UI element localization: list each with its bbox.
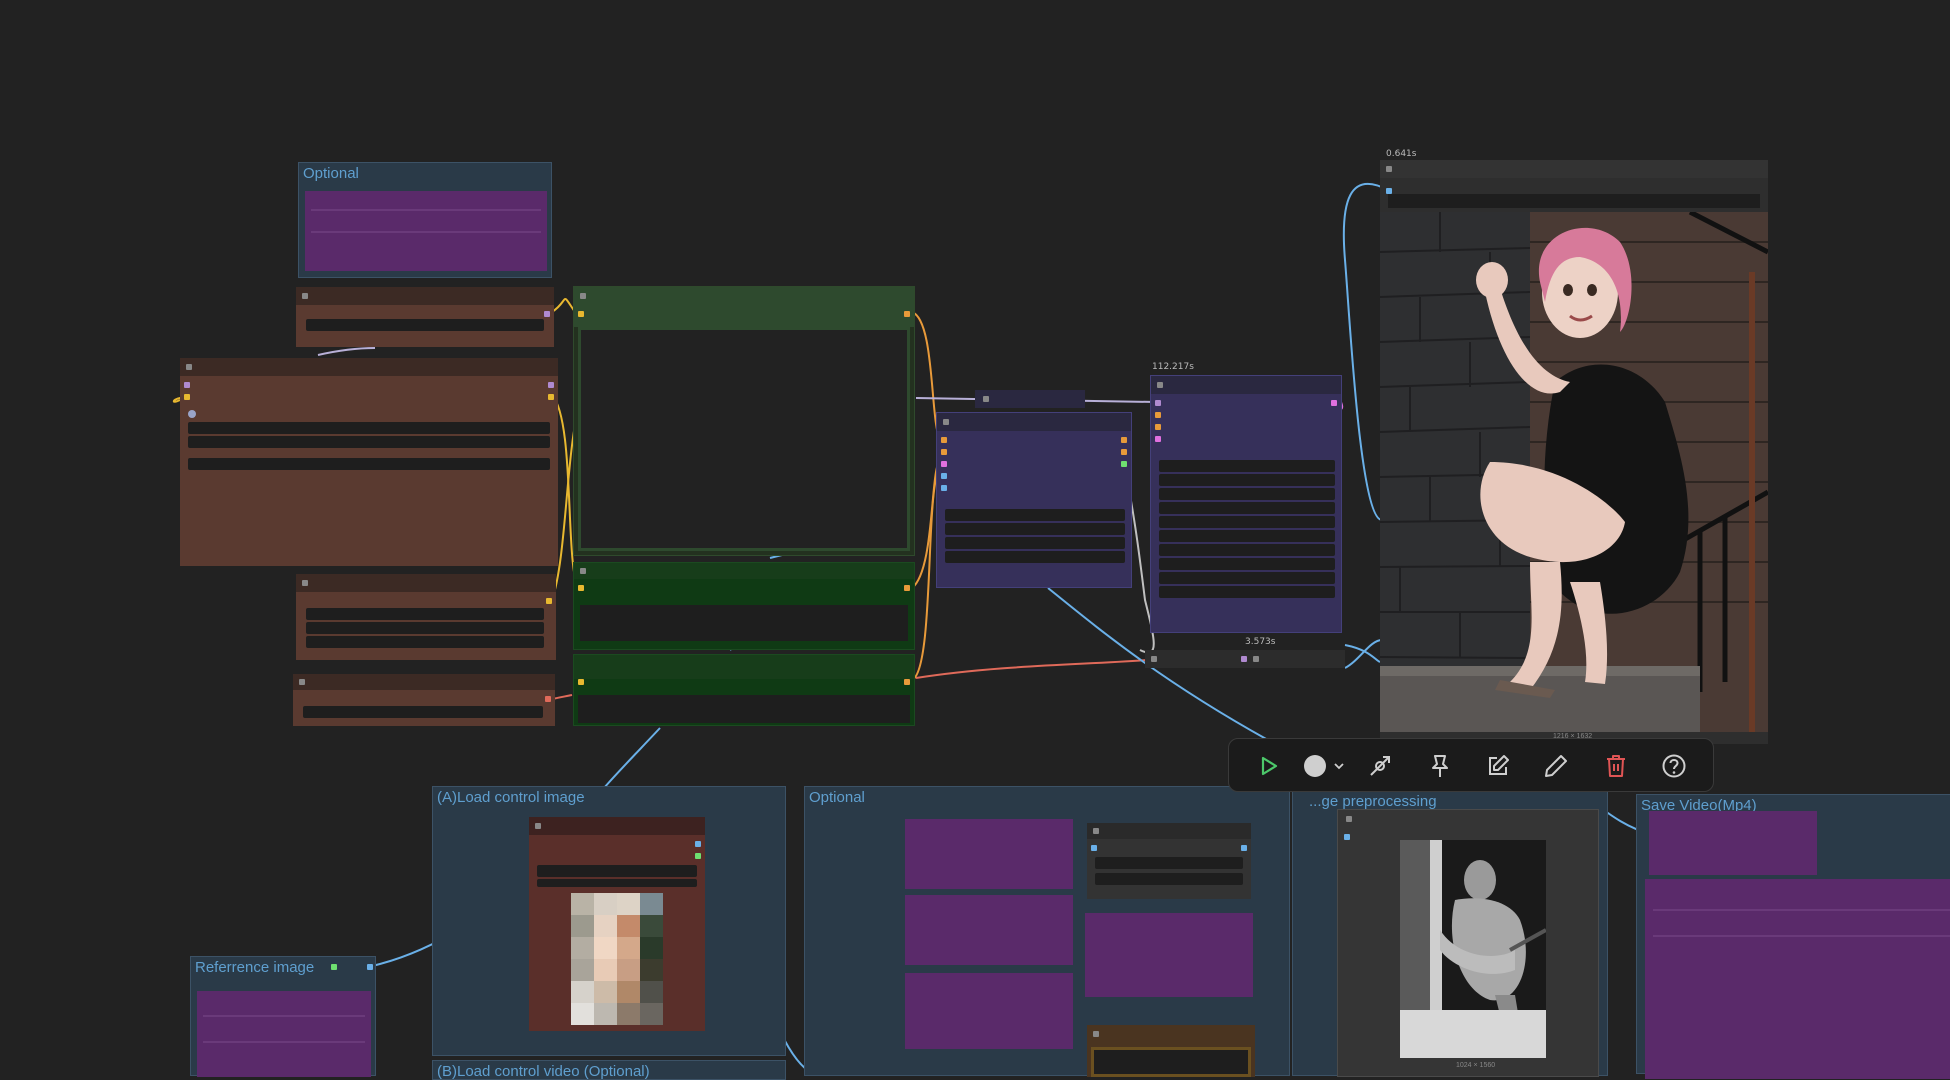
loader-node-2-field-2[interactable]: [306, 622, 544, 634]
positive-prompt-node[interactable]: [573, 286, 915, 556]
negative-prompt-node[interactable]: [573, 562, 915, 650]
group-title: (A)Load control image: [437, 789, 585, 806]
sampler-time-badge: 112.217s: [1152, 362, 1194, 372]
ksampler-extra-1[interactable]: [1159, 558, 1335, 570]
model-loader-field-1[interactable]: [188, 422, 550, 434]
ksampler-node[interactable]: [1150, 375, 1342, 633]
save-video-note[interactable]: [1649, 811, 1817, 875]
optional-node-dark[interactable]: [1087, 823, 1251, 899]
preview-image-field[interactable]: [1388, 194, 1760, 208]
link-red-1: [915, 659, 1149, 679]
ksampler-cfg[interactable]: [1159, 502, 1335, 514]
note-node[interactable]: [305, 191, 547, 271]
ksampler-seed[interactable]: [1159, 460, 1335, 472]
bypass-button[interactable]: [1363, 749, 1397, 783]
model-loader-field-2[interactable]: [188, 436, 550, 448]
vae-decode-node[interactable]: [1145, 650, 1345, 668]
selection-toolbar: [1228, 738, 1714, 792]
depth-preprocessor-node[interactable]: 1024 × 1560: [1337, 809, 1599, 1077]
prompt-node-3[interactable]: [573, 654, 915, 726]
reference-image-note[interactable]: [197, 991, 371, 1077]
conditioning-field-1[interactable]: [945, 509, 1125, 521]
ksampler-scheduler[interactable]: [1159, 530, 1335, 542]
loader-node-2[interactable]: [296, 574, 556, 660]
optional-note-2[interactable]: [905, 895, 1073, 965]
depth-map-image: [1400, 840, 1546, 1058]
load-image-field-2[interactable]: [537, 879, 697, 887]
help-icon: [1662, 754, 1686, 778]
link-purple-2: [317, 347, 376, 356]
bypass-icon: [1370, 756, 1390, 776]
loader-node-2-field-1[interactable]: [306, 608, 544, 620]
optional-note-3[interactable]: [905, 973, 1073, 1049]
color-circle-icon: [1304, 755, 1344, 777]
ksampler-extra-2[interactable]: [1159, 572, 1335, 584]
optional-node-brown[interactable]: [1087, 1025, 1255, 1077]
ksampler-denoise[interactable]: [1159, 544, 1335, 556]
pin-icon: [1432, 755, 1448, 777]
loader-node-3[interactable]: [293, 674, 555, 726]
pin-button[interactable]: [1423, 749, 1457, 783]
model-loader-field-3[interactable]: [188, 458, 550, 470]
group-image-preprocessing[interactable]: ...ge preprocessing 1024 × 1560: [1292, 790, 1608, 1077]
reroute-node[interactable]: [975, 390, 1085, 408]
conditioning-field-4[interactable]: [945, 551, 1125, 563]
group-title: ...ge preprocessing: [1309, 793, 1437, 810]
loader-node-1-field[interactable]: [306, 319, 544, 331]
group-title: Referrence image: [195, 959, 315, 976]
group-load-control-video[interactable]: (B)Load control video (Optional): [432, 1060, 786, 1080]
depth-size-label: 1024 × 1560: [1456, 1062, 1496, 1069]
generated-image: [1380, 212, 1768, 732]
save-video-node[interactable]: [1645, 879, 1950, 1079]
rename-button[interactable]: [1539, 749, 1573, 783]
ksampler-sampler[interactable]: [1159, 516, 1335, 528]
delete-button[interactable]: [1599, 749, 1633, 783]
load-image-field-1[interactable]: [537, 865, 697, 877]
group-optional-top[interactable]: Optional: [298, 162, 552, 278]
ksampler-extra-3[interactable]: [1159, 586, 1335, 598]
group-title: Optional: [809, 789, 865, 806]
pencil-icon: [1545, 755, 1567, 777]
color-picker-button[interactable]: [1301, 749, 1351, 783]
load-image-thumbnail: [571, 893, 663, 1025]
run-button[interactable]: [1251, 749, 1285, 783]
edit-icon: [1489, 755, 1509, 775]
ksampler-steps[interactable]: [1159, 488, 1335, 500]
loader-node-3-field[interactable]: [303, 706, 543, 718]
optional-dark-field-1[interactable]: [1095, 857, 1243, 869]
loader-node-1[interactable]: [296, 287, 554, 347]
load-image-node[interactable]: [529, 817, 705, 1031]
decode-time-badge: 3.573s: [1245, 637, 1276, 647]
edit-button[interactable]: [1481, 749, 1515, 783]
preview-time-badge: 0.641s: [1386, 149, 1417, 159]
group-title: Optional: [303, 165, 359, 182]
model-loader-node[interactable]: [180, 358, 558, 566]
group-optional-bottom[interactable]: Optional: [804, 786, 1290, 1077]
trash-icon: [1607, 755, 1625, 777]
loader-node-2-field-3[interactable]: [306, 636, 544, 648]
ksampler-control[interactable]: [1159, 474, 1335, 486]
optional-note-4[interactable]: [1085, 913, 1253, 997]
help-button[interactable]: [1657, 749, 1691, 783]
conditioning-field-3[interactable]: [945, 537, 1125, 549]
negative-prompt-text[interactable]: [578, 603, 910, 643]
conditioning-field-2[interactable]: [945, 523, 1125, 535]
conditioning-node[interactable]: [936, 412, 1132, 588]
group-save-video[interactable]: Save Video(Mp4): [1636, 794, 1950, 1079]
positive-prompt-text[interactable]: [578, 327, 910, 551]
link-yellow-1: [551, 298, 576, 313]
optional-dark-field-2[interactable]: [1095, 873, 1243, 885]
group-load-control-image[interactable]: (A)Load control image: [432, 786, 786, 1056]
link-blue-2: [1344, 639, 1383, 669]
prompt-node-3-text[interactable]: [578, 695, 910, 723]
play-icon: [1261, 756, 1278, 776]
group-reference-image[interactable]: Referrence image: [190, 956, 376, 1077]
optional-note-1[interactable]: [905, 819, 1073, 889]
